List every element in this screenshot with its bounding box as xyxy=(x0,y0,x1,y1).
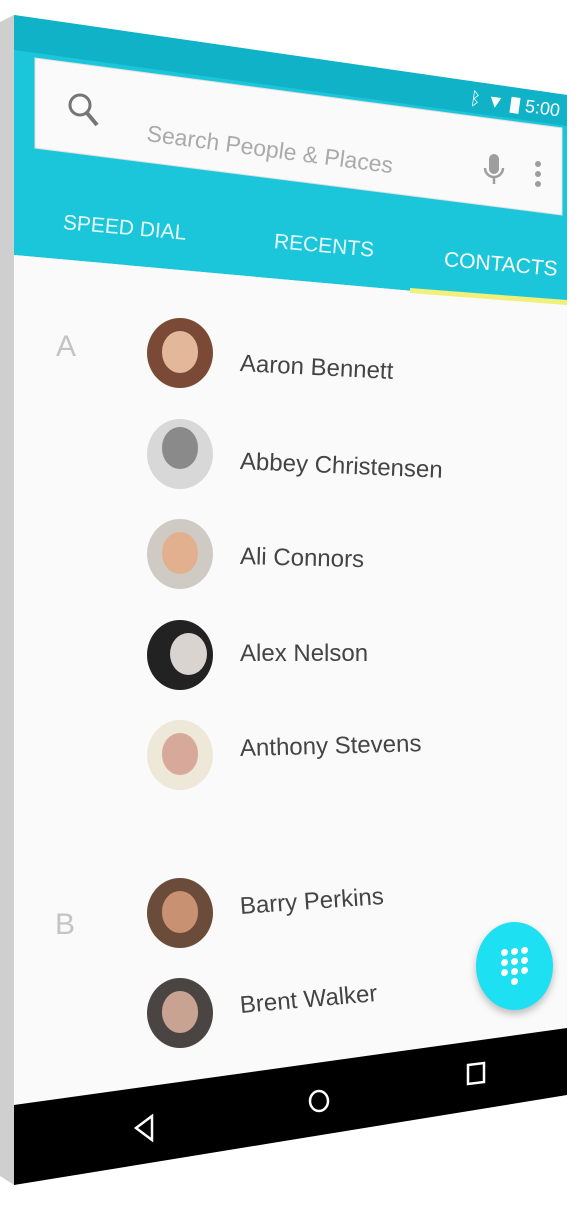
dialpad-icon xyxy=(501,946,528,986)
avatar xyxy=(147,978,213,1048)
wifi-icon: ▼ xyxy=(485,90,506,113)
mic-icon[interactable] xyxy=(482,152,506,188)
avatar xyxy=(147,878,213,948)
dialpad-button[interactable] xyxy=(476,922,553,1010)
bluetooth-icon: ᛒ xyxy=(468,88,483,110)
section-letter: B xyxy=(55,908,76,941)
recents-icon[interactable] xyxy=(465,1061,487,1087)
battery-icon xyxy=(509,96,521,114)
contact-name: Alex Nelson xyxy=(240,640,369,667)
contact-name: Anthony Stevens xyxy=(239,730,422,762)
home-icon[interactable] xyxy=(307,1088,331,1114)
search-icon[interactable] xyxy=(66,90,102,130)
back-icon[interactable] xyxy=(132,1113,156,1143)
avatar xyxy=(147,519,213,589)
avatar xyxy=(147,620,213,690)
contact-name: Ali Connors xyxy=(239,543,365,574)
avatar xyxy=(147,720,213,790)
avatar xyxy=(147,318,213,388)
section-letter: A xyxy=(56,330,77,363)
more-vert-icon[interactable] xyxy=(533,160,543,190)
avatar xyxy=(147,419,213,489)
